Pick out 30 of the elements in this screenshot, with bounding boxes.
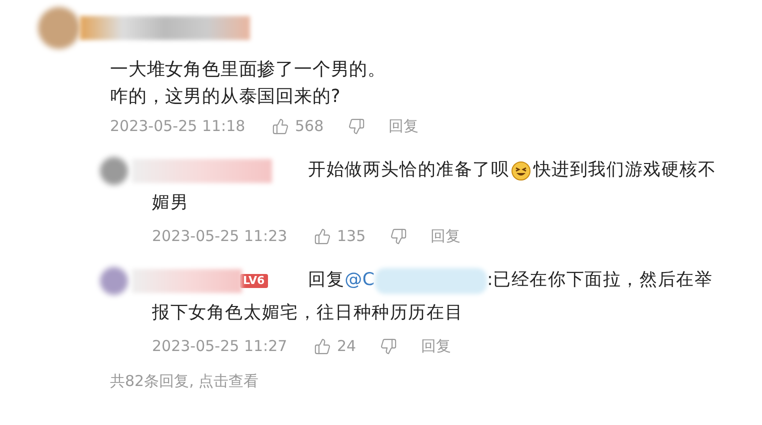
reply-link[interactable]: 回复: [388, 116, 419, 136]
reply-text: 报下女角色太媚宅，往日种种历历在目: [152, 302, 464, 325]
comment-time: 2023-05-25 11:27: [152, 337, 288, 355]
reply-link[interactable]: 回复: [430, 226, 461, 246]
thumbs-down-icon[interactable]: [390, 228, 407, 244]
comment-time: 2023-05-25 11:23: [152, 227, 288, 245]
reply-text: 媚男: [152, 192, 190, 215]
thumbs-up-icon[interactable]: [272, 118, 289, 134]
like-count: 135: [337, 227, 366, 245]
reply-text: :已经在你下面拉，然后在举: [486, 269, 713, 292]
comment-text: 一大堆女角色里面掺了一个男的。: [110, 58, 387, 82]
comment-text: 咋的，这男的从泰国回来的?: [110, 85, 342, 109]
comment-time: 2023-05-25 11:18: [110, 117, 246, 135]
mention-link[interactable]: @C: [344, 264, 375, 297]
thumbs-up-icon[interactable]: [314, 228, 331, 244]
level-badge: LV6: [240, 274, 268, 288]
avatar[interactable]: [38, 7, 80, 49]
thumbs-down-icon[interactable]: [380, 338, 398, 354]
thumbs-up-icon[interactable]: [314, 338, 331, 354]
like-count: 24: [337, 337, 356, 355]
laughing-emoji-icon: [511, 160, 532, 180]
reply-link[interactable]: 回复: [421, 336, 452, 356]
view-replies-link[interactable]: 共82条回复, 点击查看: [0, 372, 762, 391]
reply-text: 开始做两头恰的准备了呗: [308, 159, 510, 182]
reply-text: 快进到我们游戏硬核不: [533, 159, 716, 182]
reply-text: 回复: [308, 269, 345, 292]
avatar[interactable]: [100, 266, 128, 294]
thumbs-down-icon[interactable]: [348, 118, 365, 134]
like-count: 568: [295, 117, 324, 135]
avatar[interactable]: [100, 156, 128, 184]
